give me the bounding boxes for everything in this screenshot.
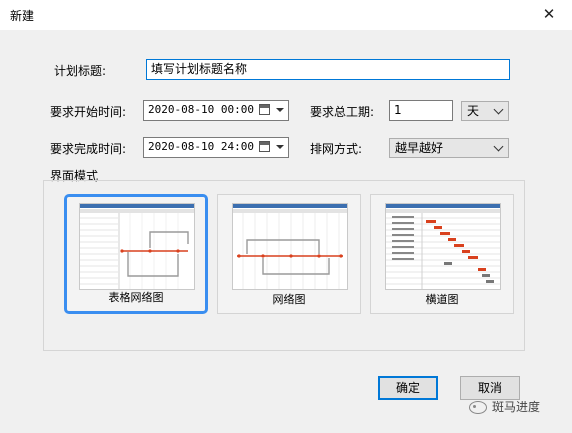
calendar-icon[interactable] [259, 141, 270, 152]
watermark-text: 斑马进度 [492, 400, 541, 414]
title-bar: 新建 ✕ [0, 0, 572, 30]
plan-title-label: 计划标题: [54, 64, 107, 78]
watermark: 斑马进度 [469, 398, 540, 415]
window-title: 新建 [10, 9, 35, 23]
chevron-down-icon [493, 104, 504, 115]
dropdown-arrow-icon[interactable] [276, 145, 284, 149]
plan-title-input[interactable]: 填写计划标题名称 [146, 59, 510, 80]
duration-value: 1 [394, 103, 402, 117]
schedule-mode-value: 越早越好 [395, 141, 444, 155]
mode-card-table-network[interactable]: 表格网络图 [64, 194, 208, 314]
start-time-label: 要求开始时间: [50, 105, 127, 119]
mode-card-network[interactable]: 网络图 [217, 194, 361, 314]
start-time-picker[interactable]: 2020-08-10 00:00 [143, 100, 289, 121]
table-network-thumbnail [79, 203, 195, 290]
finish-time-picker[interactable]: 2020-08-10 24:00 [143, 137, 289, 158]
chevron-down-icon [493, 141, 504, 152]
finish-time-label: 要求完成时间: [50, 142, 127, 156]
finish-time-value: 2020-08-10 24:00 [148, 140, 254, 153]
schedule-mode-select[interactable]: 越早越好 [389, 138, 509, 158]
dropdown-arrow-icon[interactable] [276, 108, 284, 112]
gantt-thumbnail [385, 203, 501, 290]
cancel-button[interactable]: 取消 [460, 376, 520, 400]
mode-label-network: 网络图 [272, 293, 306, 306]
schedule-mode-label: 排网方式: [310, 142, 363, 156]
start-time-value: 2020-08-10 00:00 [148, 103, 254, 116]
wechat-icon [469, 401, 487, 414]
ok-button[interactable]: 确定 [378, 376, 438, 400]
duration-label: 要求总工期: [310, 105, 375, 119]
mode-card-gantt[interactable]: 横道图 [370, 194, 514, 314]
duration-unit-select[interactable]: 天 [461, 101, 509, 121]
calendar-icon[interactable] [259, 104, 270, 115]
network-thumbnail [232, 203, 348, 290]
close-icon[interactable]: ✕ [536, 3, 562, 25]
mode-label-gantt: 横道图 [425, 293, 459, 306]
duration-input[interactable]: 1 [389, 100, 453, 121]
duration-unit-value: 天 [467, 104, 480, 118]
plan-title-value: 填写计划标题名称 [151, 62, 248, 76]
mode-label-table-network: 表格网络图 [108, 291, 164, 304]
